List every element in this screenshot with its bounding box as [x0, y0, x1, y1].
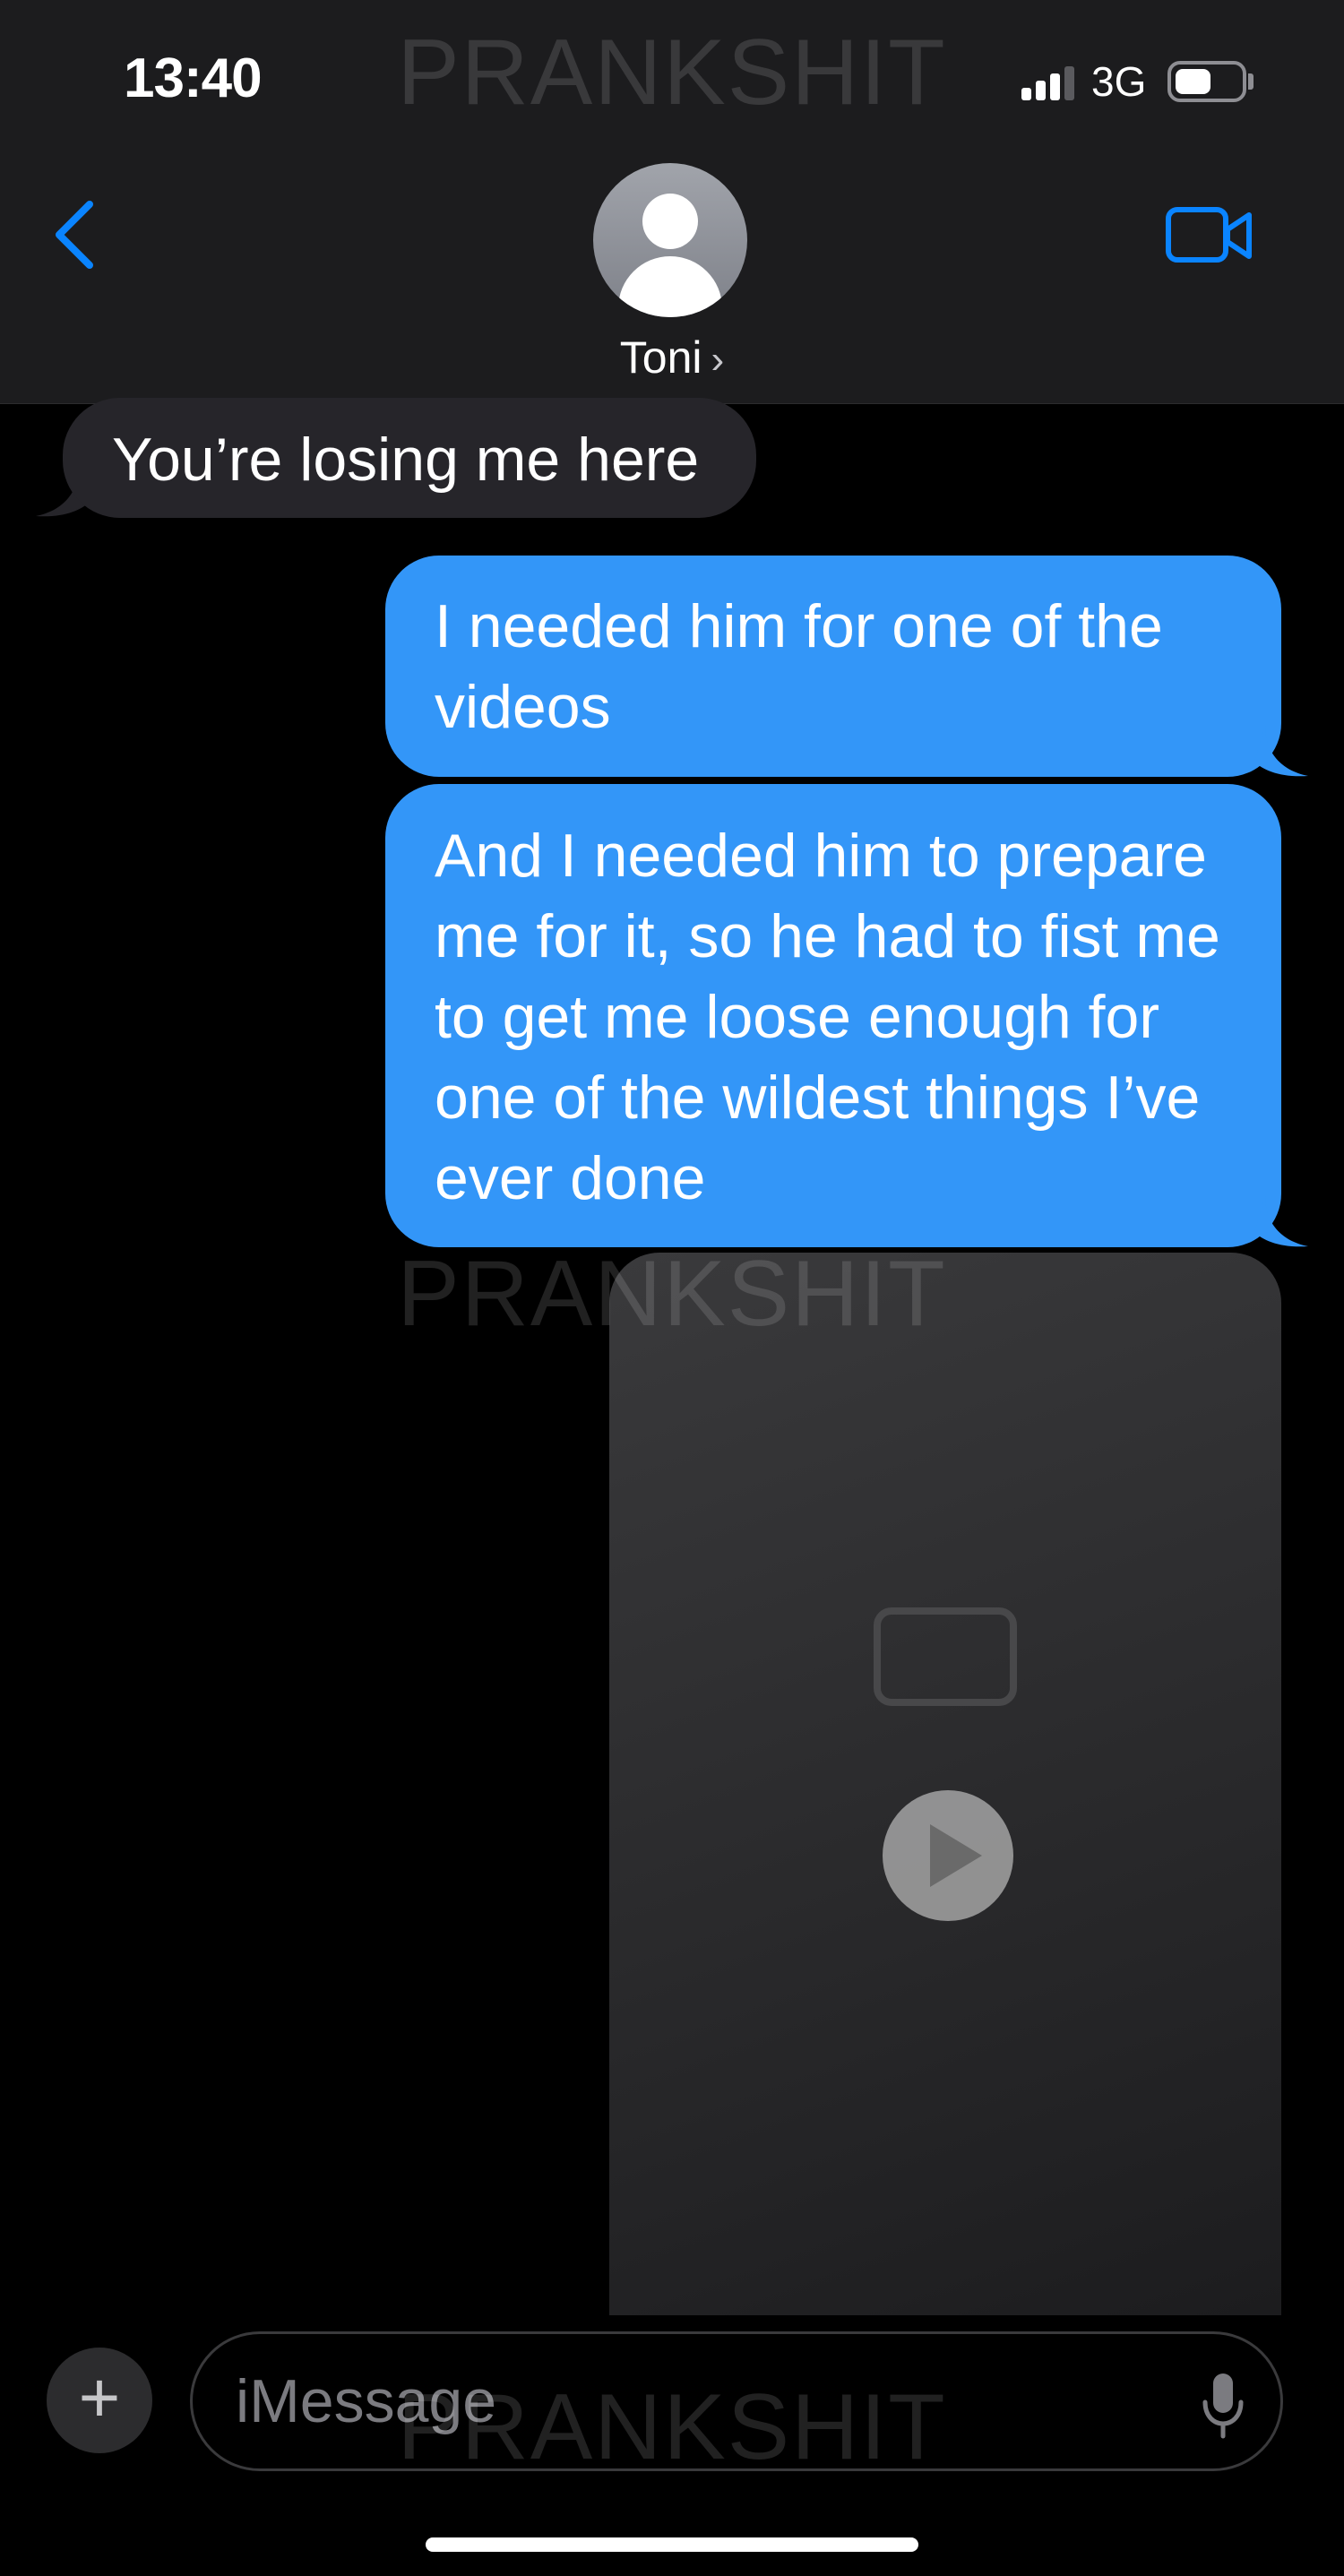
message-text: I needed him for one of the videos [435, 592, 1163, 741]
chevron-left-icon [56, 201, 93, 269]
bubble-tail-outgoing [1254, 1196, 1308, 1247]
microphone-icon[interactable] [1201, 2370, 1245, 2442]
battery-icon [1167, 61, 1246, 102]
video-attachment[interactable] [609, 1253, 1281, 2315]
facetime-video-button[interactable] [1165, 204, 1254, 267]
battery-tip [1248, 73, 1254, 90]
media-placeholder-icon [874, 1607, 1017, 1706]
bubble-tail-outgoing [1254, 726, 1308, 777]
video-camera-icon [1166, 207, 1252, 263]
message-bubble-outgoing[interactable]: I needed him for one of the videos [385, 556, 1281, 777]
network-type: 3G [1091, 58, 1147, 105]
message-bubble-incoming[interactable]: You’re losing me here [63, 398, 756, 518]
status-bar: 13:40 3G [0, 0, 1344, 152]
add-attachment-button[interactable]: + [47, 2348, 152, 2453]
back-button[interactable] [47, 190, 109, 280]
contact-avatar[interactable] [593, 163, 747, 317]
chevron-right-icon: › [711, 338, 725, 382]
message-text: And I needed him to prepare me for it, s… [435, 822, 1220, 1212]
message-bubble-outgoing[interactable]: And I needed him to prepare me for it, s… [385, 784, 1281, 1247]
plus-icon: + [78, 2357, 121, 2437]
cellular-signal-icon [1021, 65, 1074, 100]
conversation-header: Toni › [0, 152, 1344, 404]
message-text: You’re losing me here [112, 426, 700, 494]
play-button[interactable] [883, 1790, 1013, 1921]
status-time: 13:40 [124, 47, 263, 109]
contact-name-button[interactable]: Toni › [0, 332, 1344, 383]
imessage-input[interactable] [190, 2331, 1283, 2471]
contact-name: Toni [619, 332, 702, 383]
play-icon [930, 1824, 982, 1887]
home-indicator[interactable] [426, 2537, 918, 2552]
